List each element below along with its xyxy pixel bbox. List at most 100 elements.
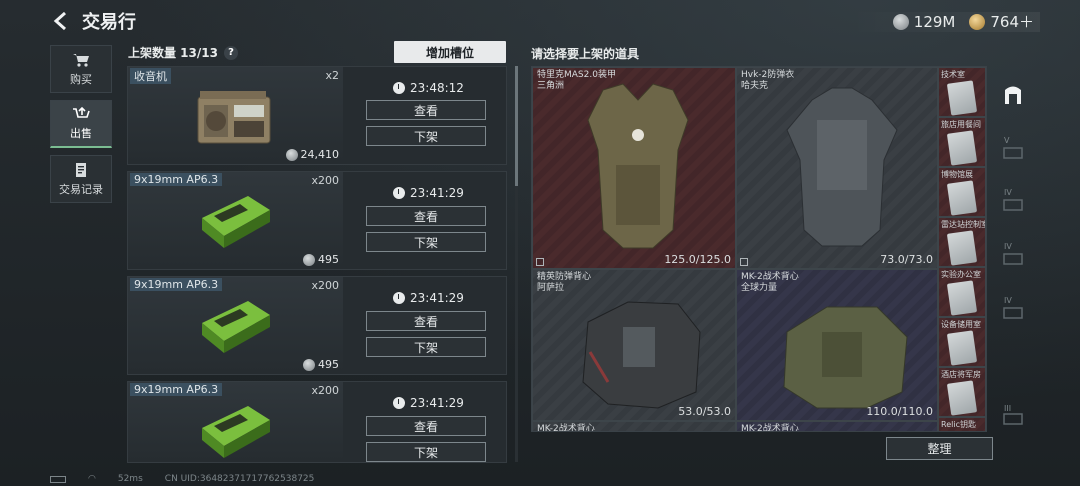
- timer-value: 23:41:29: [410, 291, 464, 305]
- tab-category-icon[interactable]: [1000, 192, 1026, 218]
- key-slot[interactable]: 旅店用餐间: [938, 117, 986, 167]
- armor-slot[interactable]: 精英防弹背心 阿萨拉 53.0/53.0: [532, 269, 736, 421]
- tab-category-icon[interactable]: [1000, 300, 1026, 326]
- listing-count: 上架数量 13/13 ?: [128, 44, 238, 61]
- armor-slot-partial[interactable]: MK-2战术背心: [736, 421, 938, 431]
- rotate-icon: [536, 258, 544, 266]
- gold-amount: 764＋: [990, 13, 1034, 31]
- remove-button[interactable]: 下架: [366, 232, 486, 252]
- item-price: 495: [303, 358, 339, 371]
- key-slot[interactable]: 酒店将军房: [938, 367, 986, 417]
- silver-currency: 129M: [892, 13, 955, 31]
- armor-slot-partial[interactable]: MK-2战术背心: [532, 421, 736, 431]
- inventory-title: 请选择要上架的道具: [531, 47, 640, 61]
- key-name: Relic钥匙: [941, 420, 976, 429]
- tab-category-icon[interactable]: [1000, 406, 1026, 432]
- armor-slot[interactable]: MK-2战术背心 全球力量 110.0/110.0: [736, 269, 938, 421]
- radio-item-icon: [197, 91, 271, 144]
- listing-card: 9x19mm AP6.3 x200 23:41:29 查看 下架: [127, 381, 507, 463]
- listing-timer: 23:41:29: [393, 291, 464, 305]
- scrollbar-thumb[interactable]: [515, 66, 518, 186]
- cart-icon: [73, 53, 89, 67]
- key-name: 博物馆展: [941, 170, 973, 179]
- category-tab-strip: V IV IV IV III: [992, 66, 1032, 432]
- listing-card: 9x19mm AP6.3 x200 495 23:41:29 查看 下架: [127, 171, 507, 270]
- tab-category-icon[interactable]: [1000, 246, 1026, 272]
- clock-icon: [393, 82, 405, 94]
- key-slot[interactable]: 技术室: [938, 67, 986, 117]
- key-card-icon: [946, 180, 978, 216]
- key-slot[interactable]: 实验办公室: [938, 267, 986, 317]
- remove-button[interactable]: 下架: [366, 442, 486, 462]
- armor-slot[interactable]: Hvk-2防弹衣 哈夫克 73.0/73.0: [736, 67, 938, 269]
- back-arrow-icon[interactable]: [50, 10, 72, 32]
- armor-name-block: MK-2战术背心 全球力量: [741, 272, 799, 294]
- remove-button[interactable]: 下架: [366, 337, 486, 357]
- armor-durability: 53.0/53.0: [678, 405, 731, 418]
- timer-value: 23:41:29: [410, 396, 464, 410]
- listing-card: 收音机 x2 24,410 23:48:12 查看 下架: [127, 66, 507, 165]
- listing-scrollbar[interactable]: [515, 66, 518, 462]
- key-slot[interactable]: Relic钥匙: [938, 417, 986, 431]
- key-name: 旅店用餐间: [941, 120, 981, 129]
- gold-coin-icon: [969, 13, 986, 30]
- armor-vest-icon: [582, 301, 701, 409]
- listing-timer: 23:41:29: [393, 186, 464, 200]
- document-icon: [76, 162, 86, 177]
- armor-name-block: 精英防弹背心 阿萨拉: [537, 272, 591, 294]
- armor-durability: 110.0/110.0: [866, 405, 933, 418]
- listing-item-box[interactable]: 9x19mm AP6.3 x200 495: [128, 277, 343, 374]
- nav-buy-button[interactable]: 购买: [50, 45, 112, 93]
- key-name: 设备储用室: [941, 320, 981, 329]
- key-slot[interactable]: 设备储用室: [938, 317, 986, 367]
- key-card-icon: [946, 380, 978, 416]
- view-button[interactable]: 查看: [366, 100, 486, 120]
- key-card-icon: [946, 330, 978, 366]
- silver-coin-icon: [285, 148, 298, 161]
- item-price: 24,410: [285, 148, 339, 161]
- tab-category-icon[interactable]: [1000, 140, 1026, 166]
- item-price: 495: [303, 253, 339, 266]
- silver-coin-icon: [892, 13, 909, 30]
- remove-button[interactable]: 下架: [366, 126, 486, 146]
- item-quantity: x200: [311, 174, 339, 187]
- key-card-icon: [946, 80, 978, 116]
- armor-name: 精英防弹背心: [537, 272, 592, 282]
- add-slot-button[interactable]: 增加槽位: [394, 41, 506, 63]
- currency-bar: 129M 764＋: [892, 11, 1034, 32]
- rotate-icon: [740, 258, 748, 266]
- key-card-icon: [946, 230, 978, 266]
- key-slot[interactable]: 博物馆展: [938, 167, 986, 217]
- view-button[interactable]: 查看: [366, 416, 486, 436]
- item-name: 9x19mm AP6.3: [130, 278, 223, 291]
- silver-coin-icon: [303, 358, 315, 371]
- key-slot[interactable]: 雷达站控制室: [938, 217, 986, 267]
- item-quantity: x2: [325, 69, 339, 82]
- view-button[interactable]: 查看: [366, 206, 486, 226]
- listing-item-box[interactable]: 9x19mm AP6.3 x200: [128, 382, 343, 462]
- key-name: 实验办公室: [941, 270, 981, 279]
- listing-card: 9x19mm AP6.3 x200 495 23:41:29 查看 下架: [127, 276, 507, 375]
- armor-category-icon[interactable]: [1000, 82, 1026, 108]
- gold-currency[interactable]: 764＋: [969, 11, 1034, 32]
- item-quantity: x200: [311, 279, 339, 292]
- armor-durability: 73.0/73.0: [880, 253, 933, 266]
- clock-icon: [393, 292, 405, 304]
- armor-vest-icon: [786, 87, 898, 247]
- sort-button[interactable]: 整理: [886, 437, 993, 460]
- item-name: 收音机: [130, 68, 171, 84]
- listing-item-box[interactable]: 收音机 x2 24,410: [128, 67, 343, 164]
- view-button[interactable]: 查看: [366, 311, 486, 331]
- listing-item-box[interactable]: 9x19mm AP6.3 x200 495: [128, 172, 343, 269]
- armor-slot[interactable]: 特里克MAS2.0装甲 三角洲 125.0/125.0: [532, 67, 736, 269]
- page-title: 交易行: [82, 12, 136, 33]
- armor-vest-icon: [587, 83, 689, 249]
- nav-records-button[interactable]: 交易记录: [50, 155, 112, 203]
- listing-timer: 23:41:29: [393, 396, 464, 410]
- item-quantity: x200: [311, 384, 339, 397]
- nav-sell-label: 出售: [70, 127, 92, 140]
- nav-sell-button[interactable]: 出售: [50, 100, 112, 148]
- help-icon[interactable]: ?: [223, 45, 238, 60]
- key-card-icon: [946, 280, 978, 316]
- item-name: 9x19mm AP6.3: [130, 383, 223, 396]
